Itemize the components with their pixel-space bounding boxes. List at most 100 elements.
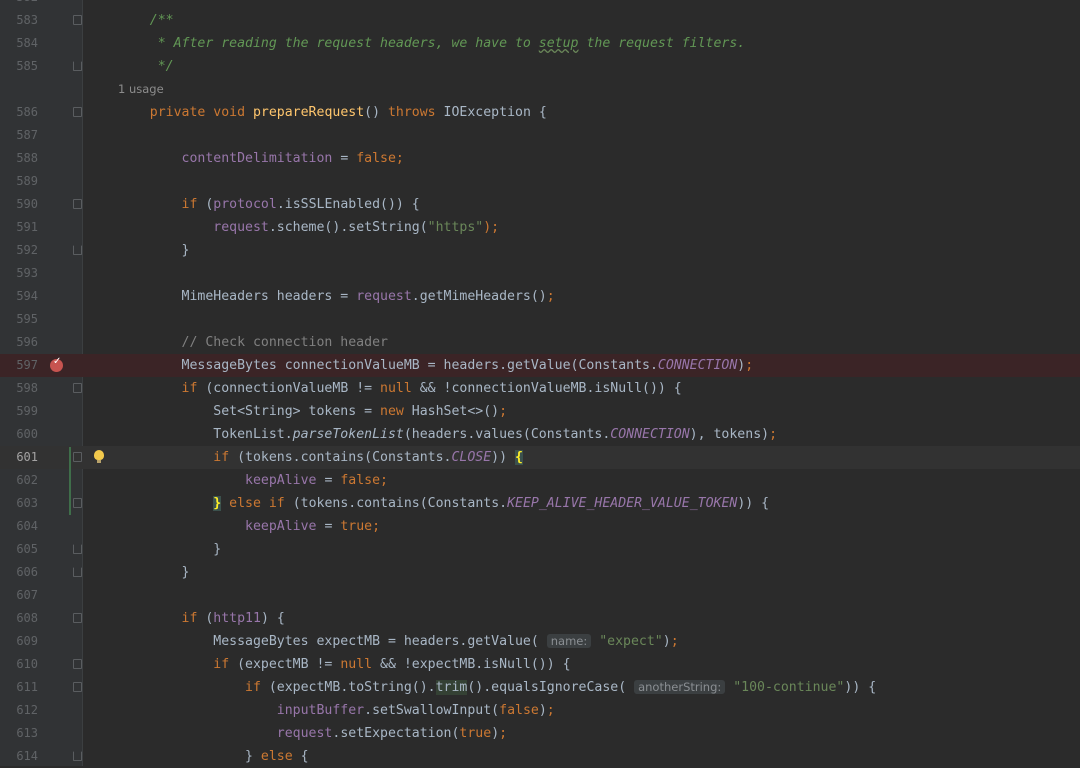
- code-text[interactable]: if (tokens.contains(Constants.CLOSE)) {: [118, 446, 523, 469]
- code-text[interactable]: }: [118, 538, 221, 561]
- code-line[interactable]: 592 }: [0, 239, 1080, 262]
- code-text[interactable]: */: [118, 55, 174, 78]
- code-text[interactable]: MessageBytes expectMB = headers.getValue…: [118, 630, 679, 653]
- code-line[interactable]: 602 keepAlive = false;: [0, 469, 1080, 492]
- code-text[interactable]: if (connectionValueMB != null && !connec…: [118, 377, 682, 400]
- line-number: 598: [16, 381, 38, 395]
- code-token: ;: [499, 404, 508, 419]
- code-token: ;: [745, 358, 754, 373]
- code-token: .getMimeHeaders(): [411, 289, 547, 304]
- fold-end-icon[interactable]: [73, 567, 82, 577]
- code-text[interactable]: // Check connection header: [118, 331, 388, 354]
- code-line[interactable]: 601 if (tokens.contains(Constants.CLOSE)…: [0, 446, 1080, 469]
- fold-start-icon[interactable]: [73, 659, 82, 669]
- code-text[interactable]: request.setExpectation(true);: [118, 722, 507, 745]
- code-line[interactable]: 583 /**: [0, 9, 1080, 32]
- code-text[interactable]: } else {: [118, 745, 309, 768]
- code-line[interactable]: 593: [0, 262, 1080, 285]
- code-text[interactable]: contentDelimitation = false;: [118, 147, 404, 170]
- code-token: inputBuffer: [118, 703, 365, 718]
- code-line[interactable]: 585 */: [0, 55, 1080, 78]
- line-number: 584: [16, 36, 38, 50]
- line-number: 593: [16, 266, 38, 280]
- code-text[interactable]: if (protocol.isSSLEnabled()) {: [118, 193, 420, 216]
- code-line[interactable]: 584 * After reading the request headers,…: [0, 32, 1080, 55]
- code-line[interactable]: 586 private void prepareRequest() throws…: [0, 101, 1080, 124]
- usage-hint-row[interactable]: 1 usage: [0, 78, 1080, 101]
- fold-end-icon[interactable]: [73, 751, 82, 761]
- code-text[interactable]: }: [118, 561, 190, 584]
- code-token: ;: [546, 289, 555, 304]
- code-text[interactable]: if (expectMB.toString().trim().equalsIgn…: [118, 676, 876, 699]
- fold-start-icon[interactable]: [73, 452, 82, 462]
- line-number: 596: [16, 335, 38, 349]
- code-text[interactable]: * After reading the request headers, we …: [118, 32, 746, 55]
- code-editor[interactable]: 582583 /**584 * After reading the reques…: [0, 0, 1080, 766]
- code-text[interactable]: /**: [118, 9, 174, 32]
- code-line[interactable]: 614 } else {: [0, 745, 1080, 768]
- code-text[interactable]: request.scheme().setString("https");: [118, 216, 499, 239]
- code-line[interactable]: 605 }: [0, 538, 1080, 561]
- line-number: 601: [16, 450, 38, 464]
- code-text[interactable]: private void prepareRequest() throws IOE…: [118, 101, 547, 124]
- code-text[interactable]: MimeHeaders headers = request.getMimeHea…: [118, 285, 555, 308]
- code-token: if: [118, 197, 206, 212]
- code-line[interactable]: 599 Set<String> tokens = new HashSet<>()…: [0, 400, 1080, 423]
- code-line[interactable]: 594 MimeHeaders headers = request.getMim…: [0, 285, 1080, 308]
- fold-end-icon[interactable]: [73, 245, 82, 255]
- code-line[interactable]: 596 // Check connection header: [0, 331, 1080, 354]
- line-number: 588: [16, 151, 38, 165]
- code-text[interactable]: if (http11) {: [118, 607, 285, 630]
- fold-end-icon[interactable]: [73, 61, 82, 71]
- code-token: * After reading the request headers, we …: [118, 36, 539, 51]
- code-text[interactable]: keepAlive = false;: [118, 469, 388, 492]
- code-line[interactable]: 590 if (protocol.isSSLEnabled()) {: [0, 193, 1080, 216]
- code-text[interactable]: keepAlive = true;: [118, 515, 380, 538]
- code-text[interactable]: Set<String> tokens = new HashSet<>();: [118, 400, 507, 423]
- code-line[interactable]: 611 if (expectMB.toString().trim().equal…: [0, 676, 1080, 699]
- code-text[interactable]: }: [118, 239, 190, 262]
- code-token: // Check connection header: [118, 335, 388, 350]
- code-line[interactable]: 587: [0, 124, 1080, 147]
- code-line[interactable]: 610 if (expectMB != null && !expectMB.is…: [0, 653, 1080, 676]
- fold-start-icon[interactable]: [73, 613, 82, 623]
- code-line[interactable]: 591 request.scheme().setString("https");: [0, 216, 1080, 239]
- code-line[interactable]: 603 } else if (tokens.contains(Constants…: [0, 492, 1080, 515]
- code-line[interactable]: 597 ✓ MessageBytes connectionValueMB = he…: [0, 354, 1080, 377]
- line-number: 609: [16, 634, 38, 648]
- fold-start-icon[interactable]: [73, 498, 82, 508]
- code-token: protocol: [213, 197, 277, 212]
- code-line[interactable]: 582: [0, 0, 1080, 9]
- fold-start-icon[interactable]: [73, 107, 82, 117]
- usage-count-link[interactable]: 1 usage: [118, 78, 164, 101]
- fold-start-icon[interactable]: [73, 383, 82, 393]
- code-text[interactable]: if (expectMB != null && !expectMB.isNull…: [118, 653, 570, 676]
- fold-start-icon[interactable]: [73, 15, 82, 25]
- code-line[interactable]: 609 MessageBytes expectMB = headers.getV…: [0, 630, 1080, 653]
- code-line[interactable]: 600 TokenList.parseTokenList(headers.val…: [0, 423, 1080, 446]
- code-line[interactable]: 588 contentDelimitation = false;: [0, 147, 1080, 170]
- fold-end-icon[interactable]: [73, 544, 82, 554]
- code-token: trim: [435, 680, 468, 695]
- code-text[interactable]: } else if (tokens.contains(Constants.KEE…: [118, 492, 769, 515]
- code-line[interactable]: 608 if (http11) {: [0, 607, 1080, 630]
- code-token: false: [356, 151, 396, 166]
- code-text[interactable]: MessageBytes connectionValueMB = headers…: [118, 354, 754, 377]
- lightbulb-icon[interactable]: [94, 450, 104, 463]
- vcs-change-marker[interactable]: [69, 447, 71, 515]
- code-line[interactable]: 589: [0, 170, 1080, 193]
- code-line[interactable]: 606 }: [0, 561, 1080, 584]
- fold-start-icon[interactable]: [73, 199, 82, 209]
- code-line[interactable]: 595: [0, 308, 1080, 331]
- code-token: (expectMB !=: [237, 657, 341, 672]
- code-token: else: [260, 749, 301, 764]
- code-line[interactable]: 604 keepAlive = true;: [0, 515, 1080, 538]
- code-line[interactable]: 612 inputBuffer.setSwallowInput(false);: [0, 699, 1080, 722]
- code-text[interactable]: TokenList.parseTokenList(headers.values(…: [118, 423, 777, 446]
- code-line[interactable]: 613 request.setExpectation(true);: [0, 722, 1080, 745]
- code-line[interactable]: 607: [0, 584, 1080, 607]
- fold-start-icon[interactable]: [73, 682, 82, 692]
- code-line[interactable]: 598 if (connectionValueMB != null && !co…: [0, 377, 1080, 400]
- code-text[interactable]: inputBuffer.setSwallowInput(false);: [118, 699, 555, 722]
- code-token: =: [316, 519, 341, 534]
